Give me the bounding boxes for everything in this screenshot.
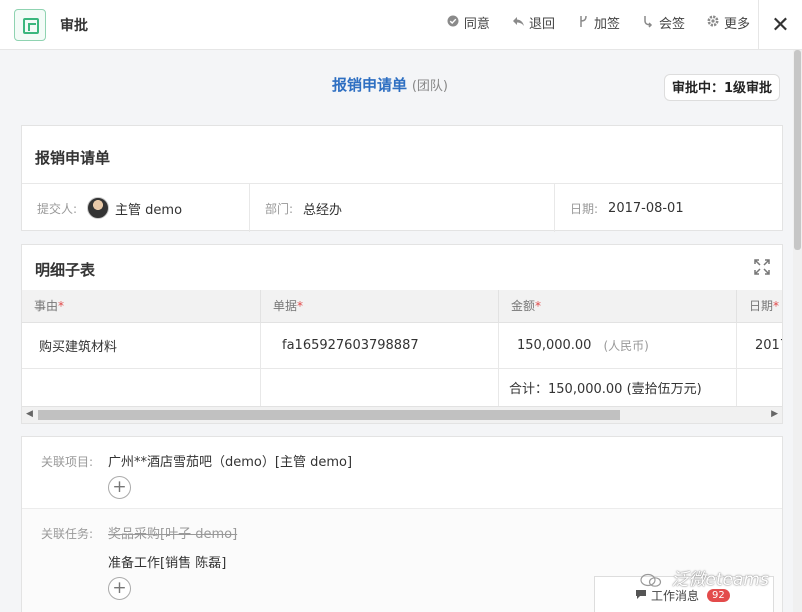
amount-value: 150,000.00: [517, 338, 592, 353]
approval-window: 审批 同意 退回 加签 会签 更多 ✕ 报销申请单 (团队) 审批中：1级审批 …: [0, 0, 802, 612]
cell-voucher[interactable]: fa165927603798887: [261, 323, 499, 368]
document-title: 报销申请单: [332, 76, 408, 94]
detail-table-card: 明细子表 事由* 单据* 金额* 日期* 购买建筑材料 fa1659276037…: [21, 244, 783, 424]
related-project-link[interactable]: 广州**酒店雪茄吧（demo）[主管 demo]: [108, 451, 352, 470]
vertical-scrollbar[interactable]: [793, 50, 802, 612]
add-sign-label: 加签: [593, 17, 620, 32]
related-task-link[interactable]: 奖品采购[叶子 demo]: [108, 523, 237, 542]
more-button[interactable]: 更多: [707, 13, 750, 32]
total-empty-cell: [22, 369, 261, 406]
scroll-left-arrow-icon[interactable]: ◀: [26, 409, 33, 419]
close-button[interactable]: ✕: [758, 0, 802, 50]
cell-reason: 购买建筑材料: [22, 323, 261, 368]
detail-table: 事由* 单据* 金额* 日期* 购买建筑材料 fa165927603798887…: [22, 290, 782, 406]
table-total-row: 合计：150,000.00 (壹拾伍万元): [22, 369, 782, 406]
document-subtitle: (团队): [411, 79, 448, 94]
cell-date: 2017: [755, 338, 782, 353]
form-info-row: 提交人: 主管 demo 部门: 总经办 日期: 2017-08-01: [22, 183, 782, 232]
department-label: 部门:: [265, 201, 294, 216]
column-header-voucher: 单据*: [261, 290, 499, 323]
detail-table-title: 明细子表: [35, 261, 96, 279]
avatar[interactable]: [87, 197, 110, 219]
watermark: 泛微eteams: [640, 565, 769, 590]
add-sign-icon: [577, 15, 590, 31]
vertical-scrollbar-thumb[interactable]: [794, 50, 801, 250]
date-label: 日期:: [570, 201, 599, 216]
watermark-text: 泛微eteams: [671, 570, 769, 590]
top-bar: 审批 同意 退回 加签 会签 更多 ✕: [0, 0, 802, 50]
date-value: 2017-08-01: [608, 200, 684, 216]
date-cell: 日期: 2017-08-01: [555, 184, 782, 232]
action-toolbar: 同意 退回 加签 会签 更多: [447, 13, 750, 32]
total-empty-cell: [261, 369, 499, 406]
table-row[interactable]: 购买建筑材料 fa165927603798887 150,000.00 (人民币…: [22, 323, 782, 369]
form-info-card: 报销申请单 提交人: 主管 demo 部门: 总经办 日期: 2017-08-0…: [21, 125, 783, 232]
plus-icon: +: [112, 578, 127, 598]
department-value: 总经办: [303, 202, 343, 218]
submitter-label: 提交人:: [37, 201, 78, 216]
add-project-button[interactable]: +: [108, 476, 131, 499]
approve-button[interactable]: 同意: [447, 13, 490, 32]
app-title: 审批: [60, 18, 88, 34]
add-sign-button[interactable]: 加签: [577, 13, 620, 32]
submitter-name[interactable]: 主管 demo: [115, 199, 182, 218]
column-header-date: 日期*: [749, 299, 780, 313]
related-task-label: 关联任务:: [41, 527, 94, 541]
document-heading: 报销申请单 (团队): [0, 74, 780, 95]
status-badge: 审批中：1级审批: [664, 74, 781, 101]
column-header-amount: 金额*: [499, 290, 737, 323]
column-header-reason: 事由*: [22, 290, 261, 323]
department-cell: 部门: 总经办: [250, 184, 555, 232]
currency-label: (人民币): [603, 339, 649, 353]
close-icon: ✕: [771, 12, 790, 38]
related-task-link[interactable]: 准备工作[销售 陈磊]: [108, 552, 226, 571]
return-icon: [512, 15, 525, 30]
horizontal-scrollbar-thumb[interactable]: [38, 410, 620, 420]
scroll-right-arrow-icon[interactable]: ▶: [771, 409, 778, 419]
more-label: 更多: [723, 17, 750, 32]
submitter-cell: 提交人: 主管 demo: [22, 184, 250, 232]
return-label: 退回: [528, 17, 555, 32]
message-count-badge: 92: [707, 589, 730, 602]
expand-icon[interactable]: [754, 259, 770, 275]
horizontal-scrollbar[interactable]: ◀ ▶: [22, 406, 782, 423]
plus-icon: +: [112, 477, 127, 497]
add-task-button[interactable]: +: [108, 577, 131, 600]
chat-bubble-icon: [635, 589, 647, 603]
countersign-icon: [642, 15, 655, 31]
countersign-button[interactable]: 会签: [642, 13, 685, 32]
total-amount: 合计：150,000.00 (壹拾伍万元): [499, 369, 737, 406]
countersign-label: 会签: [658, 17, 685, 32]
approval-app-icon: [14, 9, 46, 41]
table-header: 事由* 单据* 金额* 日期*: [22, 290, 782, 323]
related-project-label: 关联项目:: [41, 455, 94, 469]
wechat-logo-icon: [640, 573, 662, 587]
check-circle-icon: [447, 15, 460, 30]
gear-icon: [707, 15, 720, 30]
total-empty-cell: [737, 369, 782, 406]
related-project-section: 关联项目: 广州**酒店雪茄吧（demo）[主管 demo] +: [22, 437, 782, 509]
cell-amount: 150,000.00 (人民币): [499, 323, 737, 368]
return-button[interactable]: 退回: [512, 13, 555, 32]
approve-label: 同意: [463, 17, 490, 32]
form-title: 报销申请单: [35, 149, 111, 167]
